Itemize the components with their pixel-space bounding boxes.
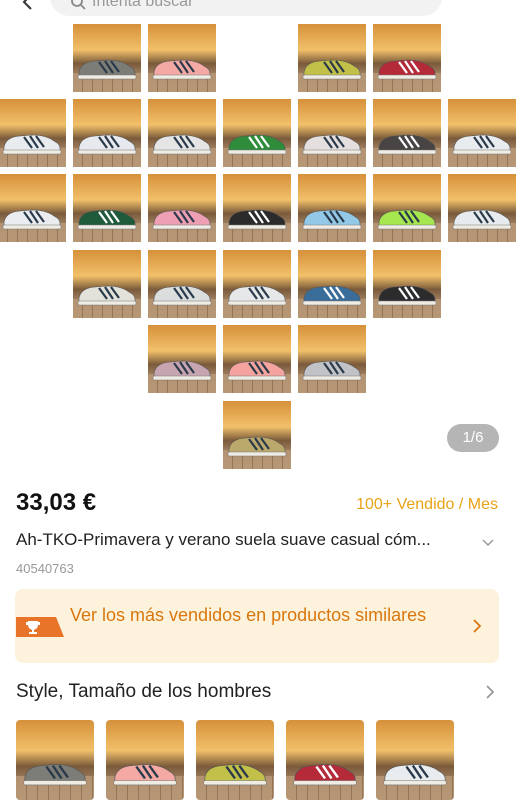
gallery-thumbnail[interactable] [298,99,366,167]
gallery-thumbnail[interactable] [373,250,441,318]
gallery-thumbnail[interactable] [0,174,66,242]
trophy-icon [16,613,64,641]
gallery-thumbnail[interactable] [298,250,366,318]
gallery-thumbnail[interactable] [448,99,516,167]
style-variant-thumbnail[interactable] [196,720,274,800]
gallery-thumbnail[interactable] [73,174,141,242]
gallery-thumbnail[interactable] [148,250,216,318]
gallery-thumbnail[interactable] [223,174,291,242]
chevron-right-icon[interactable] [470,617,484,635]
gallery-thumbnail[interactable] [148,174,216,242]
gallery-thumbnail[interactable] [148,24,216,92]
gallery-thumbnail[interactable] [298,325,366,393]
style-size-title[interactable]: Style, Tamaño de los hombres [16,681,271,703]
gallery-thumbnail[interactable] [223,325,291,393]
chevron-right-icon[interactable] [483,683,497,701]
gallery-thumbnail[interactable] [0,99,66,167]
gallery-thumbnail[interactable] [148,99,216,167]
style-variant-thumbnail[interactable] [286,720,364,800]
gallery-thumbnail[interactable] [223,250,291,318]
gallery-thumbnail[interactable] [373,99,441,167]
style-variant-thumbnail[interactable] [106,720,184,800]
gallery-thumbnail[interactable] [373,24,441,92]
top-bar: Intenta buscar [0,0,516,22]
gallery-page-indicator: 1/6 [447,424,499,452]
gallery-thumbnail[interactable] [448,174,516,242]
gallery-thumbnail[interactable] [298,174,366,242]
product-price: 33,03 € [16,489,97,516]
gallery-thumbnail[interactable] [223,99,291,167]
gallery-thumbnail[interactable] [298,24,366,92]
gallery-thumbnail[interactable] [73,24,141,92]
product-title[interactable]: Ah-TKO-Primavera y verano suela suave ca… [16,530,478,550]
gallery-thumbnail[interactable] [373,174,441,242]
search-placeholder: Intenta buscar [92,0,194,10]
best-sellers-text: Ver los más vendidos en productos simila… [70,605,427,625]
gallery-thumbnail[interactable] [73,99,141,167]
gallery-thumbnail[interactable] [73,250,141,318]
style-variant-thumbnail[interactable] [376,720,454,800]
gallery-thumbnail[interactable] [223,401,291,469]
product-id: 40540763 [16,561,74,576]
style-variant-list [16,720,486,800]
search-icon [70,0,86,10]
gallery-thumbnail[interactable] [148,325,216,393]
chevron-down-icon[interactable] [481,536,495,550]
back-arrow-icon[interactable] [20,0,36,10]
product-image-gallery[interactable] [0,24,516,470]
style-variant-thumbnail[interactable] [16,720,94,800]
sold-count: 100+ Vendido / Mes [356,496,498,513]
